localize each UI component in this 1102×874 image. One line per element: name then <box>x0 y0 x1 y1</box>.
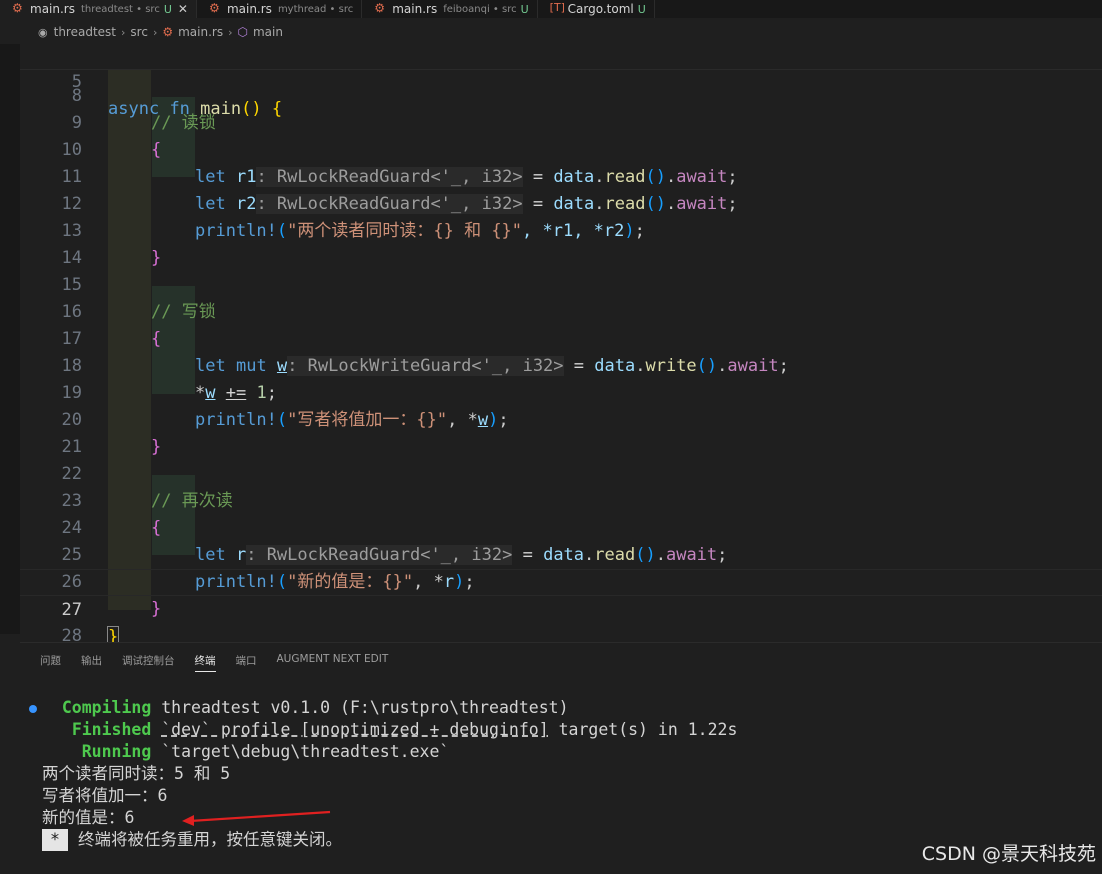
terminal-line: 新的值是：6 <box>42 808 135 827</box>
editor-tab-bar: ⚙ main.rs threadtest • src U ✕ ⚙ main.rs… <box>0 0 1102 18</box>
red-arrow-annotation <box>182 810 331 826</box>
breadcrumb-item-symbol[interactable]: main <box>253 25 283 39</box>
code-line: 23 { <box>61 491 162 538</box>
terminal-status-dot <box>29 705 37 713</box>
chevron-right-icon: › <box>228 25 233 39</box>
code-line: 22 // 再次读 <box>61 464 233 511</box>
code-line: 28 <box>61 626 82 646</box>
watermark: CSDN @景天科技苑 <box>921 843 1096 865</box>
breadcrumb: ◉ threadtest › src › ⚙ main.rs › ⬡ main <box>0 20 1102 44</box>
code-line: 11 let r2: RwLockReadGuard<'_, i32> = da… <box>61 167 738 214</box>
code-line: 14 <box>61 248 82 268</box>
chevron-right-icon: › <box>121 25 126 39</box>
code-line-current: 27 } <box>20 569 1102 648</box>
tab-debug-console[interactable]: 调试控制台 <box>122 653 175 672</box>
tab-problems[interactable]: 问题 <box>40 653 61 672</box>
tab-main-rs-mythread[interactable]: ⚙ main.rs mythread • src <box>197 0 363 18</box>
tab-modified-badge: U <box>163 2 172 16</box>
terminal-line: Running `target\debug\threadtest.exe` <box>81 742 450 761</box>
terminal-line: 写者将值加一：6 <box>42 786 168 805</box>
sticky-scroll-header[interactable]: 5 async fn main() { <box>20 44 1102 119</box>
code-line: 24 let r: RwLockReadGuard<'_, i32> = dat… <box>61 518 728 565</box>
tab-label: main.rs <box>30 2 75 16</box>
rust-icon: ⚙ <box>162 25 174 39</box>
code-line: 16 { <box>61 302 162 349</box>
close-icon[interactable]: ✕ <box>178 2 188 16</box>
code-editor[interactable]: 8 // 读锁 5 async fn main() { 9 { 10 let r… <box>20 44 1102 648</box>
terminal-line: * 终端将被任务重用，按任意键关闭。 <box>42 829 737 851</box>
tab-description: mythread • src <box>277 3 354 15</box>
code-line: 13 } <box>61 221 162 268</box>
code-line: 12 println!("两个读者同时读：{} 和 {}", *r1, *r2)… <box>61 194 645 241</box>
code-line: 26 } <box>61 572 162 619</box>
tab-augment-next-edit[interactable]: AUGMENT NEXT EDIT <box>277 653 389 672</box>
code-line: 20 } <box>61 410 162 457</box>
activity-strip <box>0 44 20 634</box>
rust-icon: ⚙ <box>374 1 385 15</box>
tab-description: threadtest • src <box>80 3 160 15</box>
code-line: 15 // 写锁 <box>61 275 216 322</box>
code-line: 18 *w += 1; <box>61 356 277 403</box>
breadcrumb-item-src[interactable]: src <box>130 25 148 39</box>
tab-label: main.rs <box>392 2 438 16</box>
terminal-line: 两个读者同时读：5 和 5 <box>42 764 231 783</box>
code-line: 19 println!("写者将值加一：{}", *w); <box>61 383 509 430</box>
terminal-line: Compiling threadtest v0.1.0 (F:\rustpro\… <box>61 698 569 717</box>
tab-label: main.rs <box>226 2 272 16</box>
code-line: 17 let mut w: RwLockWriteGuard<'_, i32> … <box>61 329 789 376</box>
tab-description: feiboanqi • src <box>443 3 517 15</box>
cube-icon: ⬡ <box>237 25 248 39</box>
bottom-panel: 问题 输出 调试控制台 终端 端口 AUGMENT NEXT EDIT Comp… <box>20 642 1102 874</box>
breadcrumb-item-file[interactable]: main.rs <box>178 25 223 39</box>
code-line: 21 <box>61 437 82 457</box>
chevron-right-icon: › <box>152 25 158 39</box>
tab-output[interactable]: 输出 <box>81 653 102 672</box>
breadcrumb-item-threadtest[interactable]: threadtest <box>54 25 116 39</box>
panel-tabs: 问题 输出 调试控制台 终端 端口 AUGMENT NEXT EDIT <box>40 653 388 672</box>
tab-terminal[interactable]: 终端 <box>194 653 216 672</box>
tab-modified-badge: U <box>520 2 529 16</box>
tab-main-rs-feiboanqi[interactable]: ⚙ main.rs feiboanqi • src U <box>362 0 538 18</box>
terminal-output[interactable]: Compiling threadtest v0.1.0 (F:\rustpro\… <box>42 697 737 851</box>
tab-main-rs-threadtest[interactable]: ⚙ main.rs threadtest • src U ✕ <box>0 0 197 18</box>
tab-ports[interactable]: 端口 <box>236 653 257 672</box>
terminal-star-badge: * <box>42 829 68 851</box>
rust-icon: ⚙ <box>12 1 23 15</box>
rust-icon: ⚙ <box>208 1 220 15</box>
terminal-line: Finished `dev` profile [unoptimized + de… <box>71 720 738 739</box>
tab-modified-badge: U <box>637 2 646 16</box>
code-line: 25 println!("新的值是：{}", *r); <box>61 545 475 592</box>
tab-label: Cargo.toml <box>567 2 634 16</box>
tab-cargo-toml[interactable]: [T] Cargo.toml U <box>538 0 655 18</box>
folder-circle-icon: ◉ <box>38 25 48 39</box>
toml-icon: [T] <box>549 1 565 14</box>
